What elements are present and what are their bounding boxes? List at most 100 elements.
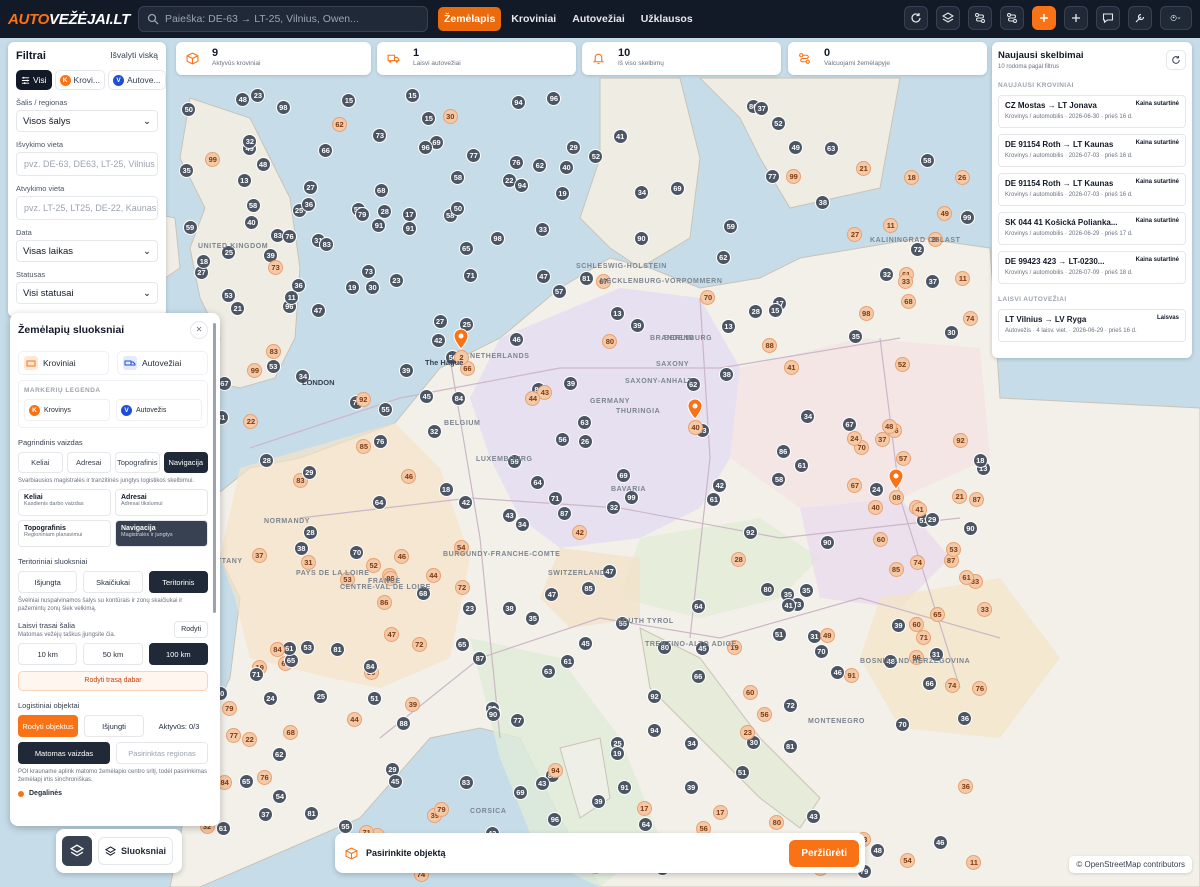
map-cluster-marker[interactable]: 38	[815, 194, 831, 210]
layer-toggle-cargo[interactable]: Kroviniai	[18, 351, 109, 375]
map-cluster-marker[interactable]: 39	[683, 779, 699, 795]
map-cluster-marker[interactable]: 94	[646, 722, 662, 738]
map-cluster-marker[interactable]: 61	[560, 653, 576, 669]
map-cluster-marker[interactable]: 73	[268, 259, 284, 275]
base-tab-navigation[interactable]: Navigacija	[163, 452, 208, 473]
map-cluster-marker[interactable]: 30	[943, 324, 959, 340]
map-cluster-marker[interactable]: 84	[362, 659, 378, 675]
map-cluster-marker[interactable]: 53	[946, 541, 962, 557]
dropoff-input[interactable]: pvz. LT-25, LT25, DE-22, Kaunas	[16, 196, 158, 220]
map-cluster-marker[interactable]: 43	[502, 507, 518, 523]
map-cluster-marker[interactable]: 38	[719, 366, 735, 382]
base-card-roads[interactable]: Keliai Kasdienis darbo vaizdas	[18, 489, 111, 516]
map-cluster-marker[interactable]: 13	[720, 318, 736, 334]
map-cluster-marker[interactable]: 23	[388, 272, 404, 288]
map-cluster-marker[interactable]: 46	[932, 834, 948, 850]
map-cluster-marker[interactable]: 19	[344, 279, 360, 295]
map-cluster-marker[interactable]: 99	[205, 151, 221, 167]
add-button[interactable]	[1064, 6, 1088, 30]
route-alt-button[interactable]	[1000, 6, 1024, 30]
add-listing-button[interactable]	[1032, 6, 1056, 30]
nav-tab-map[interactable]: Žemėlapis	[437, 7, 502, 31]
map-cluster-marker[interactable]: 19	[609, 746, 625, 762]
map-cluster-marker[interactable]: 65	[238, 773, 254, 789]
map-cluster-marker[interactable]: 18	[904, 169, 920, 185]
map-cluster-marker[interactable]: 64	[529, 474, 545, 490]
map-cluster-marker[interactable]: 48	[255, 156, 271, 172]
map-cluster-marker[interactable]: 60	[742, 685, 758, 701]
map-cluster-marker[interactable]: 28	[302, 525, 318, 541]
show-routes-toggle[interactable]: Rodyti	[174, 621, 208, 638]
map-cluster-marker[interactable]: 59	[182, 219, 198, 235]
map-cluster-marker[interactable]: 65	[929, 606, 945, 622]
map-cluster-marker[interactable]: 34	[634, 184, 650, 200]
map-cluster-marker[interactable]: 39	[590, 793, 606, 809]
map-cluster-marker[interactable]: 63	[540, 664, 556, 680]
map-cluster-marker[interactable]: 41	[612, 129, 628, 145]
listing-card[interactable]: SK 044 41 Košická Polianka... Kaina sutar…	[998, 212, 1186, 245]
map-cluster-marker[interactable]: 80	[769, 814, 785, 830]
map-cluster-marker[interactable]: 74	[962, 310, 978, 326]
radius-100km[interactable]: 100 km	[148, 643, 208, 665]
map-cluster-marker[interactable]: 72	[454, 579, 470, 595]
map-cluster-marker[interactable]: 58	[919, 153, 935, 169]
map-cluster-marker[interactable]: 38	[502, 600, 518, 616]
base-tab-roads[interactable]: Keliai	[18, 452, 63, 473]
layers-button[interactable]	[936, 6, 960, 30]
map-cluster-marker[interactable]: 81	[330, 641, 346, 657]
map-cluster-marker[interactable]: 24	[868, 481, 884, 497]
map-cluster-marker[interactable]: 85	[888, 561, 904, 577]
map-cluster-marker[interactable]: 17	[712, 804, 728, 820]
map-cluster-marker[interactable]: 37	[754, 100, 770, 116]
clear-filters-link[interactable]: Išvalyti viską	[110, 50, 158, 62]
map-cluster-marker[interactable]: 65	[454, 636, 470, 652]
map-cluster-marker[interactable]: 55	[378, 401, 394, 417]
refresh-button[interactable]	[904, 6, 928, 30]
map-cluster-marker[interactable]: 34	[800, 408, 816, 424]
map-cluster-marker[interactable]: 37	[251, 547, 267, 563]
map-cluster-marker[interactable]: 27	[432, 314, 448, 330]
map-cluster-marker[interactable]: 56	[756, 706, 772, 722]
close-layers-button[interactable]: ✕	[190, 321, 208, 339]
map-cluster-marker[interactable]: 39	[398, 363, 414, 379]
map-cluster-marker[interactable]: 80	[602, 333, 618, 349]
map-cluster-marker[interactable]: 18	[438, 481, 454, 497]
map-cluster-marker[interactable]: 48	[881, 419, 897, 435]
map-cluster-marker[interactable]: 58	[450, 169, 466, 185]
map-cluster-marker[interactable]: 90	[962, 520, 978, 536]
map-cluster-marker[interactable]: 19	[554, 185, 570, 201]
map-cluster-marker[interactable]: 40	[868, 499, 884, 515]
map-cluster-marker[interactable]: 68	[373, 183, 389, 199]
map-cluster-marker[interactable]: 53	[265, 359, 281, 375]
app-logo[interactable]: AUTOVEŽĖJAI.LT	[8, 11, 130, 28]
map-cluster-marker[interactable]: 88	[762, 337, 778, 353]
tools-button[interactable]	[1128, 6, 1152, 30]
map-cluster-marker[interactable]: 52	[770, 116, 786, 132]
map-cluster-marker[interactable]: 44	[346, 711, 362, 727]
map-cluster-marker[interactable]: 56	[555, 431, 571, 447]
map-cluster-marker[interactable]: 15	[404, 88, 420, 104]
map-cluster-marker[interactable]: 90	[819, 534, 835, 550]
map-cluster-marker[interactable]: 52	[894, 356, 910, 372]
map-cluster-marker[interactable]: 61	[706, 491, 722, 507]
map-attribution[interactable]: © OpenStreetMap contributors	[1069, 856, 1192, 873]
user-menu-button[interactable]	[1160, 6, 1192, 30]
map-cluster-marker[interactable]: 64	[690, 598, 706, 614]
base-card-addresses[interactable]: Adresai Adresai tikslumui	[115, 489, 208, 516]
map-cluster-marker[interactable]: 76	[508, 155, 524, 171]
country-select[interactable]: Visos šalys ⌄	[16, 110, 158, 132]
cargo-pin-marker[interactable]	[452, 328, 470, 350]
map-cluster-marker[interactable]: 53	[300, 639, 316, 655]
map-cluster-marker[interactable]: 29	[924, 512, 940, 528]
map-cluster-marker[interactable]: 63	[823, 141, 839, 157]
filter-chip-all[interactable]: Visi	[16, 70, 52, 90]
view-region-tab[interactable]: Pasirinktas regionas	[116, 742, 208, 764]
pickup-input[interactable]: pvz. DE-63, DE63, LT-25, Vilnius	[16, 152, 158, 176]
map-cluster-marker[interactable]: 98	[858, 305, 874, 321]
route-button[interactable]	[968, 6, 992, 30]
map-cluster-marker[interactable]: 87	[472, 650, 488, 666]
map-cluster-marker[interactable]: 13	[609, 305, 625, 321]
map-cluster-marker[interactable]: 51	[366, 691, 382, 707]
map-cluster-marker[interactable]: 83	[458, 774, 474, 790]
map-cluster-marker[interactable]: 21	[230, 300, 246, 316]
